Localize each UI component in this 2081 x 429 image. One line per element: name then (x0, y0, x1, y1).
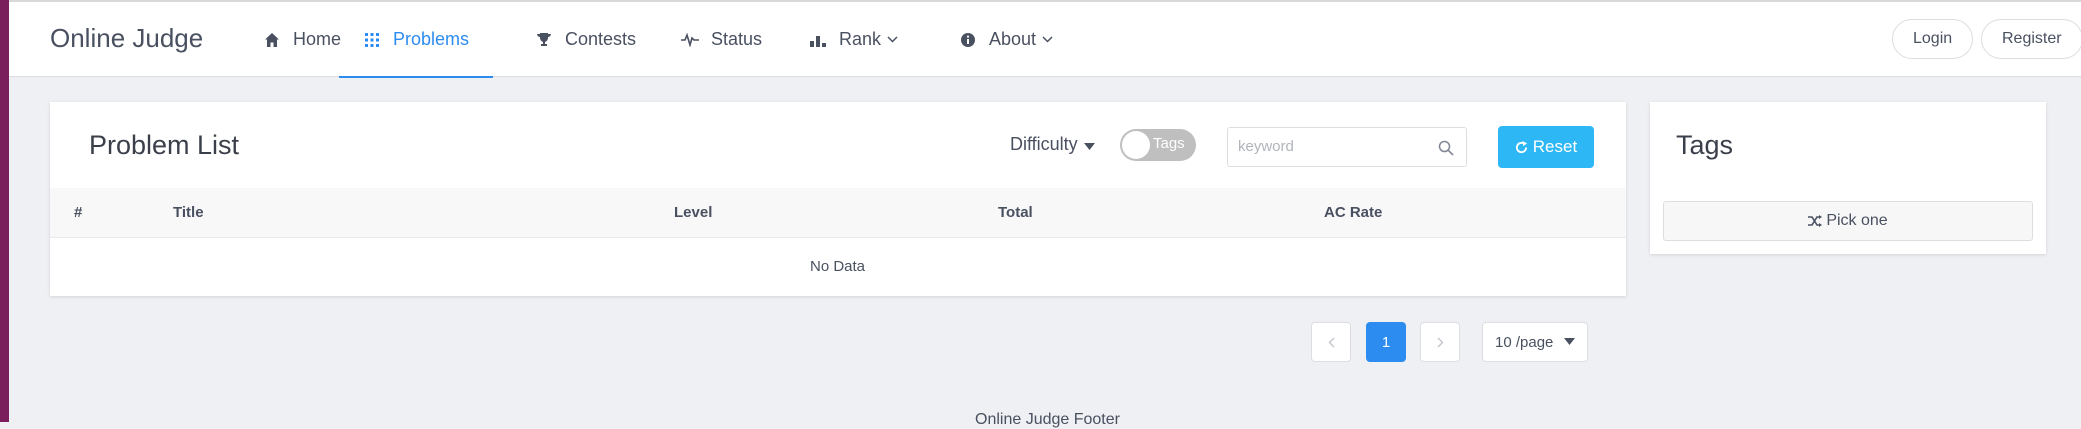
top-navbar: Online Judge Home Problems Contests Stat… (9, 2, 2081, 78)
next-page-button[interactable] (1420, 322, 1460, 362)
column-header-ac-rate[interactable]: AC Rate (1324, 204, 1382, 221)
toggle-knob (1122, 131, 1150, 159)
prev-page-button[interactable] (1311, 322, 1351, 362)
brand-title[interactable]: Online Judge (50, 23, 203, 54)
nav-status-label: Status (711, 29, 763, 49)
reset-label: Reset (1532, 137, 1578, 156)
nav-problems-label: Problems (393, 29, 470, 49)
pulse-icon (681, 31, 699, 49)
search-input[interactable]: keyword (1227, 127, 1467, 167)
page-title: Problem List (89, 130, 240, 160)
nav-about-label: About (989, 29, 1037, 49)
tags-panel: Tags Pick one (1650, 102, 2046, 254)
login-button[interactable]: Login (1892, 19, 1974, 59)
page-size-select[interactable]: 10 /page (1482, 322, 1588, 362)
chevron-left-icon (1327, 336, 1335, 348)
nav-home-label: Home (293, 29, 342, 49)
table-header: # Title Level Total AC Rate (50, 188, 1626, 238)
window-edge (0, 0, 9, 422)
column-header-total[interactable]: Total (998, 204, 1033, 221)
table-empty-row: No Data (50, 239, 1626, 296)
tags-toggle[interactable]: Tags (1120, 129, 1196, 161)
page-button-1[interactable]: 1 (1366, 322, 1406, 362)
refresh-icon (1515, 140, 1527, 153)
nav-problems[interactable]: Problems (339, 2, 494, 78)
reset-button[interactable]: Reset (1498, 126, 1594, 168)
chevron-down-icon (887, 36, 898, 43)
trophy-icon (535, 31, 553, 49)
page-size-value: 10 /page (1495, 334, 1554, 351)
nav-rank[interactable]: Rank (809, 2, 898, 77)
bar-chart-icon (809, 31, 827, 49)
nav-contests-label: Contests (565, 29, 637, 49)
column-header-title[interactable]: Title (173, 204, 204, 221)
empty-message: No Data (810, 258, 866, 275)
chevron-down-icon (1042, 36, 1053, 43)
pick-one-button[interactable]: Pick one (1663, 201, 2033, 241)
caret-down-icon (1564, 338, 1575, 345)
search-placeholder: keyword (1238, 138, 1294, 155)
pick-one-label: Pick one (1826, 212, 1888, 229)
nav-contests[interactable]: Contests (535, 2, 636, 77)
difficulty-label: Difficulty (1010, 134, 1078, 154)
column-header-level[interactable]: Level (674, 204, 712, 221)
column-header-number[interactable]: # (74, 204, 82, 221)
tags-panel-title: Tags (1676, 130, 1734, 160)
register-button[interactable]: Register (1981, 19, 2081, 59)
shuffle-icon (1808, 215, 1823, 227)
search-icon[interactable] (1438, 140, 1454, 161)
difficulty-dropdown[interactable]: Difficulty (1010, 134, 1095, 155)
caret-down-icon (1083, 134, 1095, 155)
nav-about[interactable]: About (959, 2, 1053, 77)
info-icon (959, 31, 977, 49)
nav-rank-label: Rank (839, 29, 882, 49)
page-footer: Online Judge Footer (975, 411, 1120, 428)
grid-icon (363, 31, 381, 49)
nav-status[interactable]: Status (681, 2, 762, 77)
chevron-right-icon (1436, 336, 1444, 348)
home-icon (263, 31, 281, 49)
tags-toggle-label: Tags (1153, 135, 1185, 152)
problem-list-card: Problem List Difficulty Tags keyword Res… (50, 102, 1626, 296)
nav-home[interactable]: Home (263, 2, 341, 77)
